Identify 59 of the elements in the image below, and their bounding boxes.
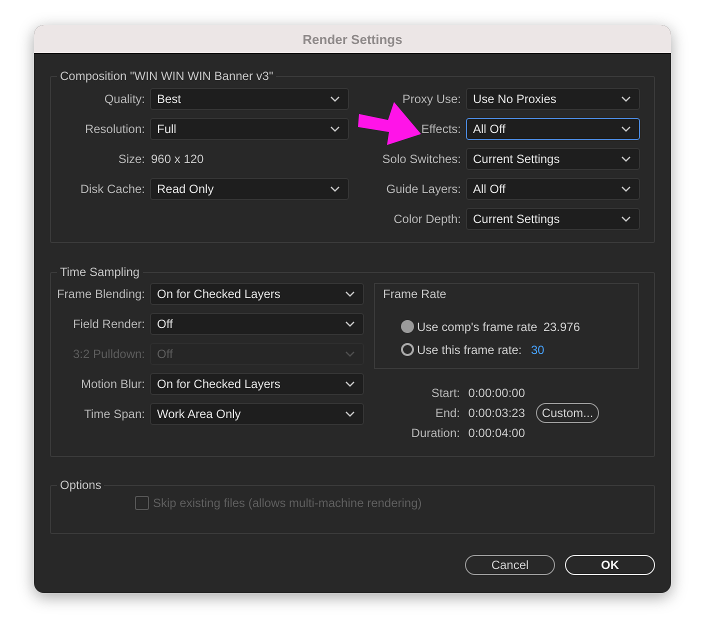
- field-label: Solo Switches:: [382, 152, 461, 166]
- cancel-button[interactable]: Cancel: [465, 555, 555, 575]
- field-label: Color Depth:: [394, 212, 461, 226]
- dropdown[interactable]: All Off: [466, 178, 640, 200]
- chevron-icon: [621, 186, 631, 192]
- chevron-icon: [345, 321, 355, 327]
- field-label: Frame Blending:: [56, 287, 145, 301]
- field-label: Disk Cache:: [80, 182, 145, 196]
- chevron-icon: [621, 96, 631, 102]
- chevron-icon: [621, 126, 631, 132]
- field-label: Proxy Use:: [402, 92, 461, 106]
- field-label: Size:: [118, 152, 145, 166]
- field-label: Motion Blur:: [80, 377, 145, 391]
- chevron-icon: [330, 186, 340, 192]
- field-label: Effects:: [421, 122, 461, 136]
- chevron-icon: [345, 381, 355, 387]
- dropdown[interactable]: Read Only: [150, 178, 349, 200]
- dropdown[interactable]: All Off: [466, 118, 640, 140]
- chevron-icon: [621, 216, 631, 222]
- time-value: 0:00:00:00: [467, 386, 525, 400]
- chevron-icon: [330, 96, 340, 102]
- time-label: End:: [434, 406, 460, 420]
- dropdown[interactable]: Best: [150, 88, 349, 110]
- frame-rate-value: 23.976: [543, 320, 580, 334]
- time-label: Duration:: [410, 426, 460, 440]
- radio-button[interactable]: [401, 343, 414, 356]
- group-title: Composition "WIN WIN WIN Banner v3": [59, 69, 274, 83]
- dropdown[interactable]: Off: [150, 313, 364, 335]
- custom-button[interactable]: Custom...: [536, 403, 599, 423]
- dropdown[interactable]: Current Settings: [466, 208, 640, 230]
- dropdown[interactable]: Full: [150, 118, 349, 140]
- dropdown[interactable]: On for Checked Layers: [150, 373, 364, 395]
- time-value: 0:00:04:00: [467, 426, 525, 440]
- chevron-icon: [621, 156, 631, 162]
- dropdown[interactable]: Current Settings: [466, 148, 640, 170]
- ok-button[interactable]: OK: [565, 555, 655, 575]
- frame-rate-field[interactable]: 30: [531, 342, 544, 356]
- time-label: Start:: [430, 386, 460, 400]
- radio-label: Use comp's frame rate: [417, 320, 538, 334]
- field-label: Quality:: [104, 92, 145, 106]
- chevron-icon: [345, 291, 355, 297]
- chevron-icon: [345, 411, 355, 417]
- window-title: Render Settings: [302, 32, 402, 46]
- field-value: 960 x 120: [150, 152, 205, 166]
- radio-label: Use this frame rate:: [417, 342, 523, 356]
- chevron-icon: [330, 126, 340, 132]
- dropdown[interactable]: Use No Proxies: [466, 88, 640, 110]
- dropdown[interactable]: On for Checked Layers: [150, 283, 364, 305]
- chevron-icon: [345, 351, 355, 357]
- group-title: Time Sampling: [59, 265, 141, 279]
- dropdown[interactable]: Work Area Only: [150, 403, 364, 425]
- group-title: Options: [59, 478, 102, 492]
- time-value: 0:00:03:23: [467, 406, 525, 420]
- field-label: Field Render:: [72, 317, 145, 331]
- field-label: Time Span:: [84, 407, 145, 421]
- field-label: Resolution:: [84, 122, 145, 136]
- radio-button[interactable]: [401, 320, 414, 333]
- panel-title: Frame Rate: [383, 287, 448, 301]
- field-label: Guide Layers:: [386, 182, 461, 196]
